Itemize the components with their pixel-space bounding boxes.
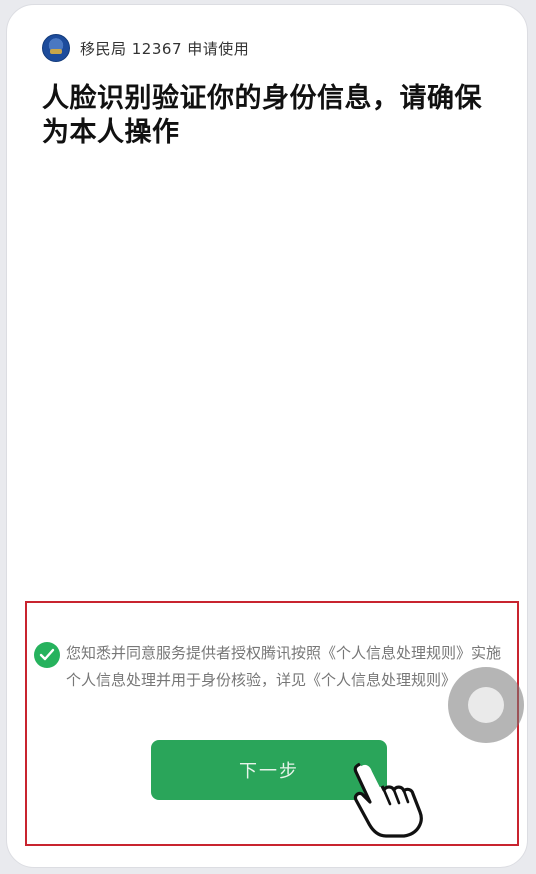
- app-header: 移民局 12367 申请使用: [42, 34, 249, 62]
- consent-text: 您知悉并同意服务提供者授权腾讯按照《个人信息处理规则》实施个人信息处理并用于身份…: [66, 644, 502, 689]
- page-title: 人脸识别验证你的身份信息，请确保为本人操作: [42, 83, 482, 148]
- consent-highlight-box: [25, 601, 519, 846]
- check-icon: [39, 648, 55, 661]
- immigration-emblem-icon: [42, 34, 70, 62]
- app-name: 移民局 12367 申请使用: [80, 39, 250, 58]
- pointing-hand-icon: [353, 759, 423, 838]
- consent-checkbox[interactable]: [34, 642, 60, 668]
- assistive-touch-button[interactable]: [448, 667, 524, 743]
